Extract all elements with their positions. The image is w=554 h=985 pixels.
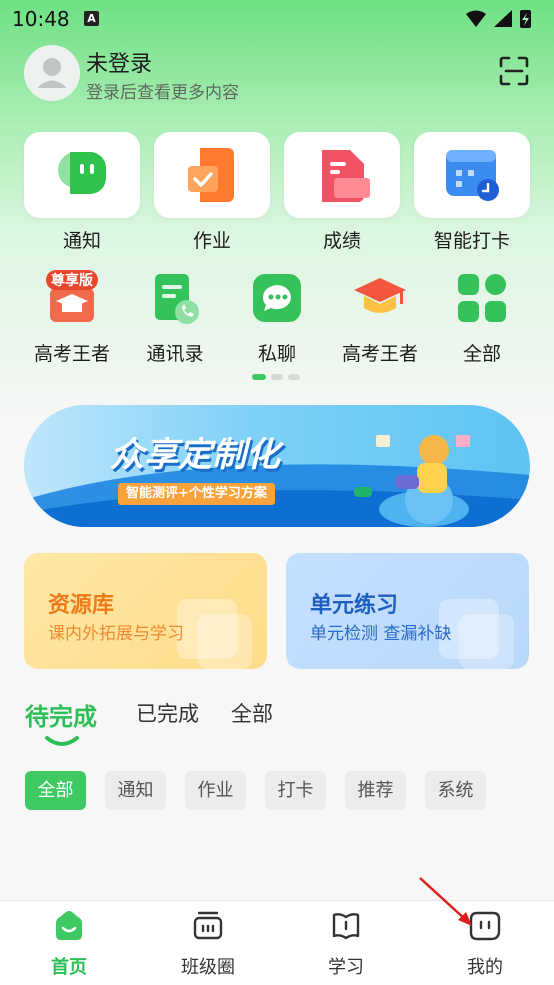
premium-grad-cap-icon: 尊享版	[46, 270, 98, 322]
tab-pending[interactable]: 待完成	[25, 697, 97, 732]
banner-title: 众享定制化	[110, 435, 280, 475]
chat-bubble-icon	[58, 152, 106, 194]
premium-badge-text: 尊享版	[51, 272, 93, 289]
feature-subtitle: 单元检测 查漏补缺	[310, 624, 452, 644]
filter-chip-recommend[interactable]: 推荐	[345, 771, 406, 810]
default-avatar-icon	[37, 58, 67, 88]
resource-library-card[interactable]: 资源库 课内外拓展与学习	[24, 553, 267, 669]
feature-title: 资源库	[48, 593, 115, 618]
feature-title: 单元练习	[310, 593, 399, 618]
filter-chip-all[interactable]: 全部	[25, 771, 86, 810]
nav-label: 学习	[328, 957, 364, 978]
checkin-card[interactable]	[414, 132, 530, 218]
contacts-phone-icon	[155, 274, 199, 324]
promo-banner[interactable]: 众享定制化 智能测评+个性学习方案	[24, 405, 530, 527]
calendar-clock-icon	[446, 150, 499, 201]
nav-label: 我的	[467, 957, 503, 978]
unit-practice-card[interactable]: 单元练习 单元检测 查漏补缺	[286, 553, 529, 669]
login-hint[interactable]: 登录后查看更多内容	[86, 78, 239, 103]
homework-card[interactable]	[154, 132, 270, 218]
avatar[interactable]	[24, 45, 80, 101]
filter-chip-checkin[interactable]: 打卡	[265, 771, 326, 810]
nav-label: 首页	[51, 957, 87, 978]
tab-all[interactable]: 全部	[231, 698, 273, 728]
nav-label: 班级圈	[181, 957, 235, 978]
scan-icon[interactable]	[498, 55, 530, 87]
big-grid-label: 作业	[192, 230, 231, 252]
red-arrow-annotation	[419, 877, 472, 926]
all-apps-icon	[458, 274, 506, 322]
grades-card[interactable]	[284, 132, 400, 218]
status-bar: 10:48 A	[0, 0, 554, 38]
class-circle-icon	[193, 911, 223, 940]
big-grid-label: 智能打卡	[433, 230, 510, 252]
nav-class-circle[interactable]: 班级圈	[148, 909, 268, 979]
homework-doc-icon	[188, 148, 234, 202]
private-chat-icon	[253, 274, 301, 322]
small-grid-label: 全部	[462, 343, 501, 365]
feature-subtitle: 课内外拓展与学习	[48, 624, 184, 644]
banner-subtitle: 智能测评+个性学习方案	[118, 483, 275, 505]
user-name[interactable]: 未登录	[86, 46, 152, 78]
tab-completed[interactable]: 已完成	[136, 698, 199, 728]
filter-chip-homework[interactable]: 作业	[185, 771, 246, 810]
grades-doc-icon	[322, 150, 370, 202]
notice-card[interactable]	[24, 132, 140, 218]
book-icon	[332, 913, 360, 940]
grad-cap-icon	[354, 278, 406, 313]
system-status-icons	[466, 10, 531, 28]
status-time: 10:48	[12, 7, 70, 31]
signal-icon	[494, 10, 512, 27]
filter-chip-notice[interactable]: 通知	[105, 771, 166, 810]
notification-a-icon: A	[84, 11, 99, 26]
nav-home[interactable]: 首页	[9, 909, 129, 979]
big-grid-label: 通知	[62, 230, 101, 252]
home-icon	[56, 911, 82, 940]
filter-chip-system[interactable]: 系统	[425, 771, 486, 810]
active-tab-indicator	[45, 736, 79, 746]
big-grid-label: 成绩	[322, 230, 361, 252]
wifi-icon	[466, 10, 486, 27]
nav-study[interactable]: 学习	[286, 909, 406, 979]
